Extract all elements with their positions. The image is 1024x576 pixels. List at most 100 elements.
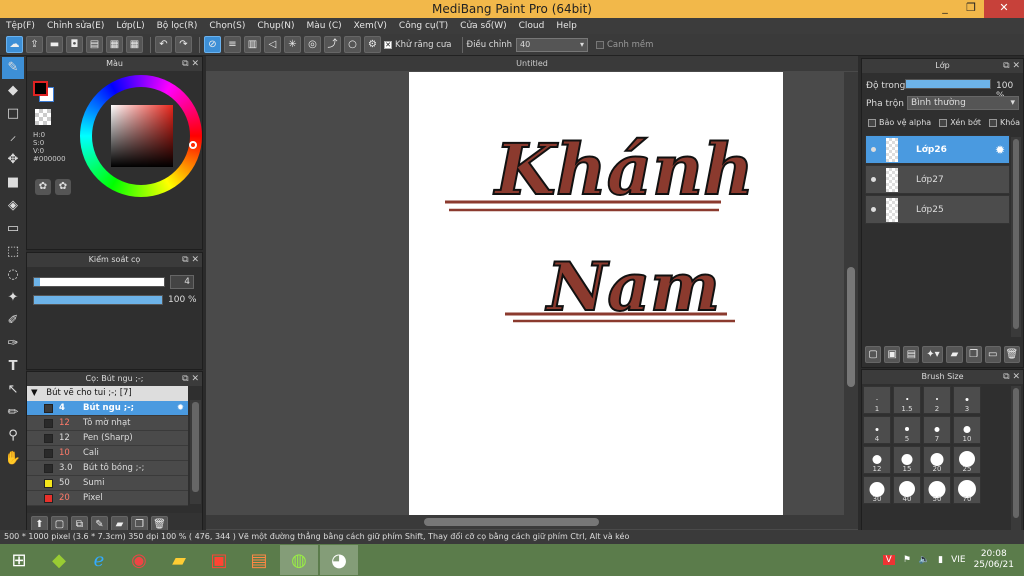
brush-size-option[interactable]: 15 (893, 446, 921, 474)
medibang-taskbar-icon[interactable]: ◕ (320, 545, 358, 575)
protect-alpha-checkbox[interactable] (868, 118, 876, 127)
brush-size-option[interactable]: 3 (953, 386, 981, 414)
brush-tool-icon[interactable]: ✎ (2, 57, 24, 79)
brush-list-item[interactable]: 10 Cali (27, 446, 188, 461)
brush-size-option[interactable]: 30 (863, 476, 891, 504)
grid-icon[interactable]: ▦ (126, 36, 143, 53)
brush-size-field[interactable]: 4 (170, 275, 194, 289)
operation-tool-icon[interactable]: ↖ (2, 379, 24, 401)
layer-row[interactable]: Lớp25 (865, 195, 1010, 224)
brush-list-item[interactable]: 12 Tô mờ nhạt (27, 416, 188, 431)
brush-size-option[interactable]: 2 (923, 386, 951, 414)
move-tool-icon[interactable]: ✥ (2, 149, 24, 171)
page-icon[interactable]: ▤ (86, 36, 103, 53)
antialias-checkbox[interactable] (384, 40, 392, 49)
bucket-tool-icon[interactable]: ◈ (2, 195, 24, 217)
brush-size-scrollbar[interactable] (1011, 386, 1021, 531)
snap-settings-icon[interactable]: ⚙ (364, 36, 381, 53)
rect-select-icon[interactable]: □ (2, 103, 24, 125)
panel-detach-close-icon[interactable]: ⧉ ✕ (1003, 59, 1020, 73)
blend-mode-select[interactable]: Bình thường ▾ (907, 96, 1019, 110)
layer-folder-icon[interactable]: ▰ (946, 345, 963, 363)
marquee-select-icon[interactable]: ⬚ (2, 241, 24, 263)
brush-size-option[interactable]: 7 (923, 416, 951, 444)
brush-size-option[interactable]: 1.5 (893, 386, 921, 414)
canvas-tab[interactable]: Untitled (206, 56, 858, 71)
layer-row[interactable]: Lớp26 ✹ (865, 135, 1010, 164)
eye-icon[interactable] (871, 177, 876, 182)
gear-icon[interactable]: ✹ (995, 143, 1005, 157)
snap-off-icon[interactable]: ⊘ (204, 36, 221, 53)
snap-radial-icon[interactable]: ✳ (284, 36, 301, 53)
panel-detach-close-icon[interactable]: ⧉ ✕ (182, 372, 199, 386)
brush-list-item[interactable]: 12 Pen (Sharp) (27, 431, 188, 446)
brush-size-option[interactable]: 12 (863, 446, 891, 474)
snap-vanish-icon[interactable]: ◁ (264, 36, 281, 53)
delete-layer-icon[interactable]: 🗑 (1003, 345, 1020, 363)
brush-size-option[interactable]: 50 (923, 476, 951, 504)
new-halftone-layer-icon[interactable]: ▣ (884, 345, 901, 363)
eyedropper-icon[interactable]: ⚲ (2, 425, 24, 447)
menu-window[interactable]: Cửa sổ(W) (460, 18, 506, 34)
layer-opacity-slider[interactable] (905, 79, 991, 89)
pages-icon[interactable]: ▦ (106, 36, 123, 53)
saturation-value-square[interactable] (111, 105, 173, 167)
app-orange-icon[interactable]: ▤ (240, 545, 278, 575)
menu-color[interactable]: Màu (C) (307, 18, 342, 34)
close-button[interactable]: ✕ (984, 0, 1024, 18)
merge-down-icon[interactable]: ▭ (984, 345, 1001, 363)
comment-icon[interactable]: ▬ (46, 36, 63, 53)
cloud-icon[interactable]: ☁ (6, 36, 23, 53)
brush-group-row[interactable]: ▼ Bút vẽ cho tui ;-; [7] (27, 386, 188, 401)
brush-list-item[interactable]: 50 Sumi (27, 476, 188, 491)
canvas-horizontal-scrollbar[interactable] (206, 515, 858, 529)
panel-detach-close-icon[interactable]: ⧉ ✕ (182, 57, 199, 71)
layer-list-scrollbar[interactable] (1011, 137, 1021, 337)
foreground-color-swatch[interactable] (33, 81, 48, 96)
menu-layer[interactable]: Lớp(L) (116, 18, 144, 34)
new-layer-icon[interactable]: ▢ (865, 345, 882, 363)
magic-wand-icon[interactable]: ✦ (2, 287, 24, 309)
snap-circle-icon[interactable]: ◎ (304, 36, 321, 53)
brush-size-option[interactable]: 25 (953, 446, 981, 474)
transparent-color-swatch[interactable] (35, 109, 51, 125)
brush-size-option[interactable]: 5 (893, 416, 921, 444)
layer-row[interactable]: Lớp27 (865, 165, 1010, 194)
select-pen-icon[interactable]: ✐ (2, 310, 24, 332)
brush-opacity-slider[interactable] (33, 295, 163, 305)
brush-list-item[interactable]: 20 Pixel (27, 491, 188, 506)
undo-icon[interactable]: ↶ (155, 36, 172, 53)
select-eraser-icon[interactable]: ✑ (2, 333, 24, 355)
divide-tool-icon[interactable]: ✏ (2, 402, 24, 424)
brush-size-option[interactable]: 10 (953, 416, 981, 444)
menu-filter[interactable]: Bộ lọc(R) (157, 18, 198, 34)
snap-curve-icon[interactable]: ⤴ (324, 36, 341, 53)
eraser-tool-icon[interactable]: ◆ (2, 80, 24, 102)
clock[interactable]: 20:08 25/06/21 (974, 549, 1014, 571)
dot-brush-icon[interactable]: ⸝ (2, 126, 24, 148)
palette-icon[interactable]: ✿ (35, 179, 51, 195)
duplicate-layer-icon[interactable]: ❐ (965, 345, 982, 363)
panel-detach-close-icon[interactable]: ⧉ ✕ (1003, 370, 1020, 384)
fill-rect-icon[interactable]: ■ (2, 172, 24, 194)
menu-snap[interactable]: Chụp(N) (257, 18, 294, 34)
brush-size-option[interactable]: 20 (923, 446, 951, 474)
snap-checkbox[interactable] (595, 40, 604, 49)
app-green-icon[interactable]: ◍ (280, 545, 318, 575)
new-8bit-layer-icon[interactable]: ▤ (903, 345, 920, 363)
lock-checkbox[interactable] (988, 118, 997, 127)
snap-cross-icon[interactable]: ▥ (244, 36, 261, 53)
chrome-icon[interactable]: ◉ (120, 545, 158, 575)
chat-icon[interactable]: ◘ (66, 36, 83, 53)
brush-list-scrollbar[interactable] (190, 400, 201, 504)
panel-detach-close-icon[interactable]: ⧉ ✕ (182, 253, 199, 267)
gear-icon[interactable]: ✹ (177, 403, 184, 413)
snap-parallel-icon[interactable]: ≡ (224, 36, 241, 53)
volume-icon[interactable]: 🔈 (919, 555, 930, 565)
menu-select[interactable]: Chọn(S) (209, 18, 245, 34)
snap-ellipse-icon[interactable]: ○ (344, 36, 361, 53)
correction-select[interactable]: 40 ▾ (515, 37, 588, 52)
canvas-paper[interactable]: Khánh Nam (409, 72, 783, 515)
palette-add-icon[interactable]: ✿ (55, 179, 71, 195)
brush-list-item[interactable]: 3.0 Bút tô bóng ;-; (27, 461, 188, 476)
